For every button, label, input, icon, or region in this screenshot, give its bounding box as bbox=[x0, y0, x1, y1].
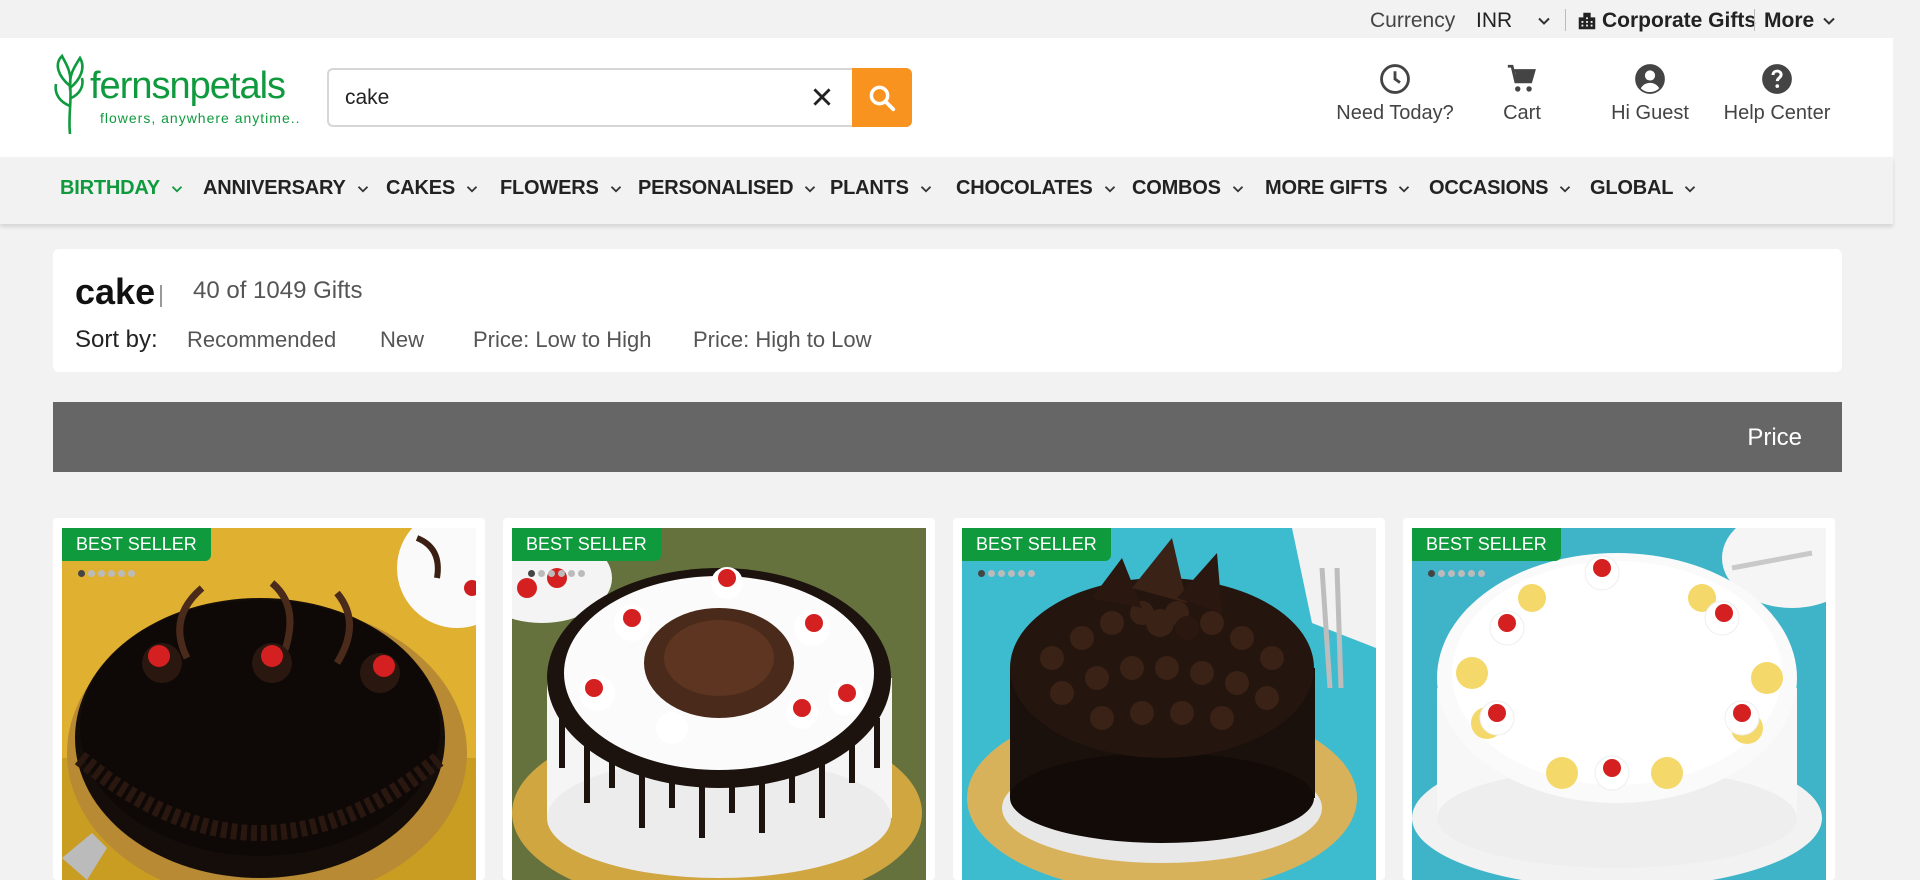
cart-label: Cart bbox=[1503, 102, 1541, 124]
search-box bbox=[327, 68, 853, 127]
chevron-down-icon bbox=[466, 185, 478, 193]
image-carousel-dots[interactable] bbox=[528, 570, 585, 577]
currency-select[interactable]: INR bbox=[1476, 9, 1512, 33]
chevron-down-icon bbox=[1685, 185, 1696, 193]
filter-bar: Price bbox=[53, 402, 1842, 472]
nav-item-plants[interactable]: PLANTS bbox=[830, 177, 935, 200]
nav-item-flowers[interactable]: FLOWERS bbox=[500, 177, 625, 200]
nav-label: CAKES bbox=[386, 177, 456, 199]
help-center-label: Help Center bbox=[1723, 102, 1831, 124]
best-seller-badge: BEST SELLER bbox=[1412, 528, 1561, 561]
logo-tagline: flowers, anywhere anytime... bbox=[100, 110, 300, 126]
account-button[interactable]: Hi Guest bbox=[1605, 62, 1695, 125]
image-carousel-dots[interactable] bbox=[1428, 570, 1485, 577]
nav-item-chocolates[interactable]: CHOCOLATES bbox=[956, 177, 1119, 200]
product-image[interactable] bbox=[1412, 528, 1826, 880]
nav-label: ANNIVERSARY bbox=[203, 177, 346, 199]
search-button[interactable] bbox=[852, 68, 912, 127]
sort-option-price-high-low[interactable]: Price: High to Low bbox=[693, 327, 872, 353]
help-center-button[interactable]: Help Center bbox=[1722, 62, 1832, 125]
top-utility-bar: Currency INR Corporate Gifts More bbox=[0, 0, 1893, 38]
cart-icon bbox=[1507, 64, 1536, 92]
chevron-down-icon bbox=[1399, 185, 1410, 193]
nav-label: COMBOS bbox=[1132, 177, 1221, 199]
nav-label: PLANTS bbox=[830, 177, 909, 199]
more-menu[interactable]: More bbox=[1764, 9, 1814, 33]
need-today-label: Need Today? bbox=[1336, 102, 1454, 124]
divider bbox=[1754, 9, 1755, 31]
category-nav: BIRTHDAY ANNIVERSARY CAKES FLOWERS PERSO… bbox=[0, 157, 1893, 224]
chevron-down-icon bbox=[920, 185, 931, 193]
nav-label: CHOCOLATES bbox=[956, 177, 1093, 199]
corporate-gifts-link[interactable]: Corporate Gifts bbox=[1576, 9, 1756, 33]
price-filter-button[interactable]: Price bbox=[1747, 424, 1802, 452]
product-card[interactable]: BEST SELLER bbox=[1403, 518, 1835, 880]
product-card[interactable]: BEST SELLER bbox=[953, 518, 1385, 880]
sort-option-new[interactable]: New bbox=[380, 327, 424, 353]
nav-item-personalised[interactable]: PERSONALISED bbox=[638, 177, 819, 200]
image-carousel-dots[interactable] bbox=[978, 570, 1035, 577]
sort-option-recommended[interactable]: Recommended bbox=[187, 327, 336, 353]
nav-item-global[interactable]: GLOBAL bbox=[1590, 177, 1699, 200]
cart-button[interactable]: Cart bbox=[1492, 62, 1552, 125]
nav-item-more-gifts[interactable]: MORE GIFTS bbox=[1265, 177, 1413, 200]
nav-item-combos[interactable]: COMBOS bbox=[1132, 177, 1247, 200]
product-image[interactable] bbox=[62, 528, 476, 880]
currency-label: Currency bbox=[1370, 9, 1456, 32]
nav-item-anniversary[interactable]: ANNIVERSARY bbox=[203, 177, 372, 200]
search-icon bbox=[869, 85, 896, 111]
nav-label: PERSONALISED bbox=[638, 177, 794, 199]
results-count: 40 of 1049 Gifts bbox=[193, 277, 363, 304]
sort-label: Sort by: bbox=[75, 326, 158, 353]
fernsnpetals-logo[interactable]: fernsnpetals flowers, anywhere anytime..… bbox=[50, 46, 300, 140]
nav-label: GLOBAL bbox=[1590, 177, 1674, 199]
close-icon[interactable] bbox=[809, 84, 835, 110]
chevron-down-icon bbox=[805, 185, 816, 193]
nav-label: MORE GIFTS bbox=[1265, 177, 1388, 199]
corporate-gifts-label: Corporate Gifts bbox=[1602, 9, 1757, 32]
account-icon bbox=[1635, 64, 1665, 94]
chevron-down-icon bbox=[1232, 185, 1243, 193]
need-today-button[interactable]: Need Today? bbox=[1336, 62, 1454, 125]
product-card[interactable]: BEST SELLER bbox=[503, 518, 935, 880]
chevron-down-icon bbox=[1560, 185, 1571, 193]
product-image[interactable] bbox=[512, 528, 926, 880]
nav-item-occasions[interactable]: OCCASIONS bbox=[1429, 177, 1574, 200]
image-carousel-dots[interactable] bbox=[78, 570, 135, 577]
best-seller-badge: BEST SELLER bbox=[962, 528, 1111, 561]
help-icon bbox=[1762, 64, 1792, 94]
nav-item-birthday[interactable]: BIRTHDAY bbox=[60, 177, 186, 200]
product-image[interactable] bbox=[962, 528, 1376, 880]
chevron-down-icon bbox=[171, 185, 183, 193]
nav-item-cakes[interactable]: CAKES bbox=[386, 177, 481, 200]
chevron-down-icon[interactable] bbox=[1534, 11, 1554, 31]
divider bbox=[1565, 9, 1566, 31]
chevron-down-icon bbox=[1104, 185, 1115, 193]
clock-icon bbox=[1380, 64, 1410, 94]
results-header: cake 40 of 1049 Gifts Sort by: Recommend… bbox=[53, 249, 1842, 372]
nav-label: BIRTHDAY bbox=[60, 177, 160, 199]
chevron-down-icon[interactable] bbox=[1819, 11, 1839, 31]
building-icon bbox=[1578, 12, 1596, 30]
nav-label: FLOWERS bbox=[500, 177, 599, 199]
site-header: fernsnpetals flowers, anywhere anytime..… bbox=[0, 38, 1893, 157]
search-query-title: cake bbox=[75, 271, 156, 312]
best-seller-badge: BEST SELLER bbox=[512, 528, 661, 561]
account-label: Hi Guest bbox=[1611, 102, 1689, 124]
chevron-down-icon bbox=[610, 185, 621, 193]
product-card[interactable]: BEST SELLER bbox=[53, 518, 485, 880]
logo-wordmark: fernsnpetals bbox=[90, 65, 285, 107]
sort-option-price-low-high[interactable]: Price: Low to High bbox=[473, 327, 652, 353]
nav-label: OCCASIONS bbox=[1429, 177, 1549, 199]
best-seller-badge: BEST SELLER bbox=[62, 528, 211, 561]
search-input[interactable] bbox=[345, 70, 785, 125]
divider bbox=[160, 285, 162, 307]
chevron-down-icon bbox=[357, 185, 368, 193]
